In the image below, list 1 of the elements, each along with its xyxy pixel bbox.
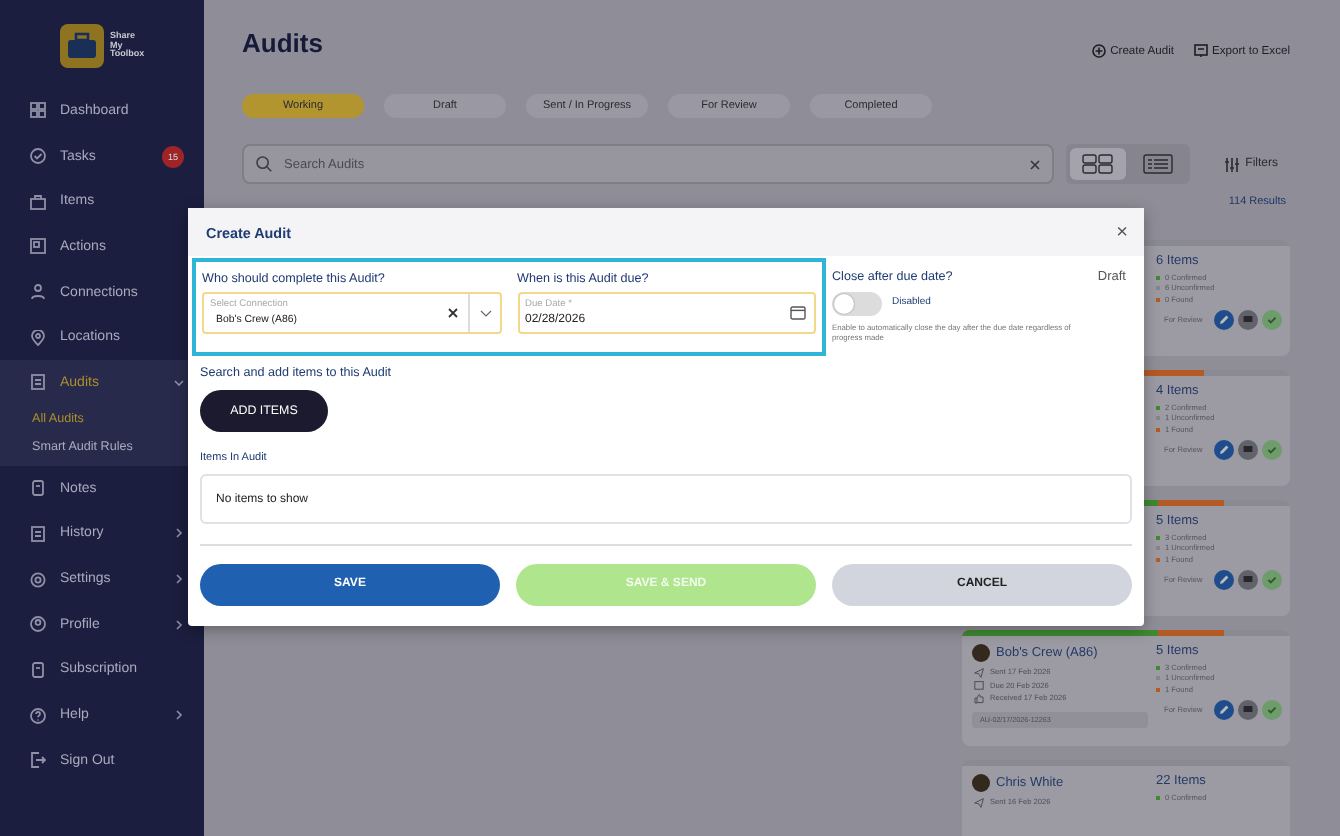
- page-title: Audits: [242, 28, 323, 58]
